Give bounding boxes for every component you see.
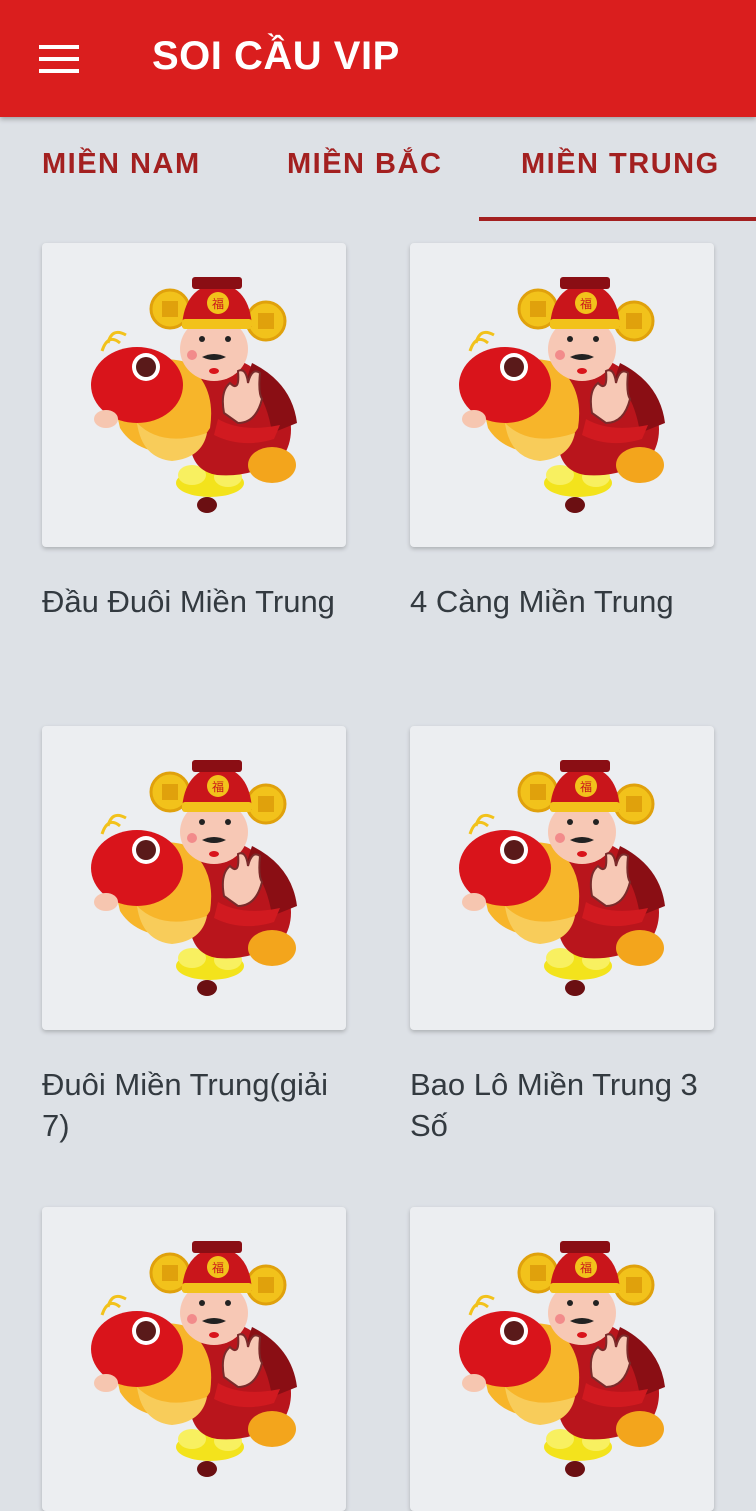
item-title[interactable]: Bao Lô Miền Trung 3 Số [410, 1064, 710, 1146]
svg-text:福: 福 [212, 779, 224, 794]
item-title[interactable]: Đầu Đuôi Miền Trung [42, 581, 342, 622]
tab-mien-nam[interactable]: MIỀN NAM [42, 148, 201, 188]
tab-mien-bac[interactable]: MIỀN BẮC [287, 148, 442, 188]
selected-tab-indicator [479, 217, 756, 221]
svg-text:福: 福 [580, 779, 592, 794]
item-card[interactable]: 福 [42, 726, 346, 1030]
than-tai-icon: 福 [459, 1241, 665, 1477]
item-card[interactable]: 福 [410, 243, 714, 547]
item-title[interactable]: Đuôi Miền Trung(giải 7) [42, 1064, 342, 1146]
than-tai-icon: 福 [91, 277, 297, 513]
app-title: SOI CẦU VIP [152, 34, 400, 78]
than-tai-icon: 福 [459, 760, 665, 996]
svg-text:福: 福 [580, 296, 592, 311]
item-card[interactable]: 福 [410, 1207, 714, 1511]
item-card[interactable]: 福 [410, 726, 714, 1030]
menu-button[interactable] [32, 35, 86, 83]
region-tabs: MIỀN NAM MIỀN BẮC MIỀN TRUNG [0, 117, 756, 223]
svg-text:福: 福 [212, 1260, 224, 1275]
than-tai-icon: 福 [91, 1241, 297, 1477]
hamburger-menu-icon [39, 45, 79, 73]
item-title[interactable]: 4 Càng Miền Trung [410, 581, 710, 622]
than-tai-icon: 福 [91, 760, 297, 996]
svg-text:福: 福 [580, 1260, 592, 1275]
item-card[interactable]: 福 [42, 1207, 346, 1511]
than-tai-icon: 福 [459, 277, 665, 513]
items-grid: 福 Đầu Đuôi Miền Trung 福 4 Càng Miền Trun… [0, 223, 756, 1511]
tab-mien-trung[interactable]: MIỀN TRUNG [521, 148, 720, 188]
item-card[interactable]: 福 [42, 243, 346, 547]
app-bar: SOI CẦU VIP [0, 0, 756, 117]
svg-text:福: 福 [212, 296, 224, 311]
